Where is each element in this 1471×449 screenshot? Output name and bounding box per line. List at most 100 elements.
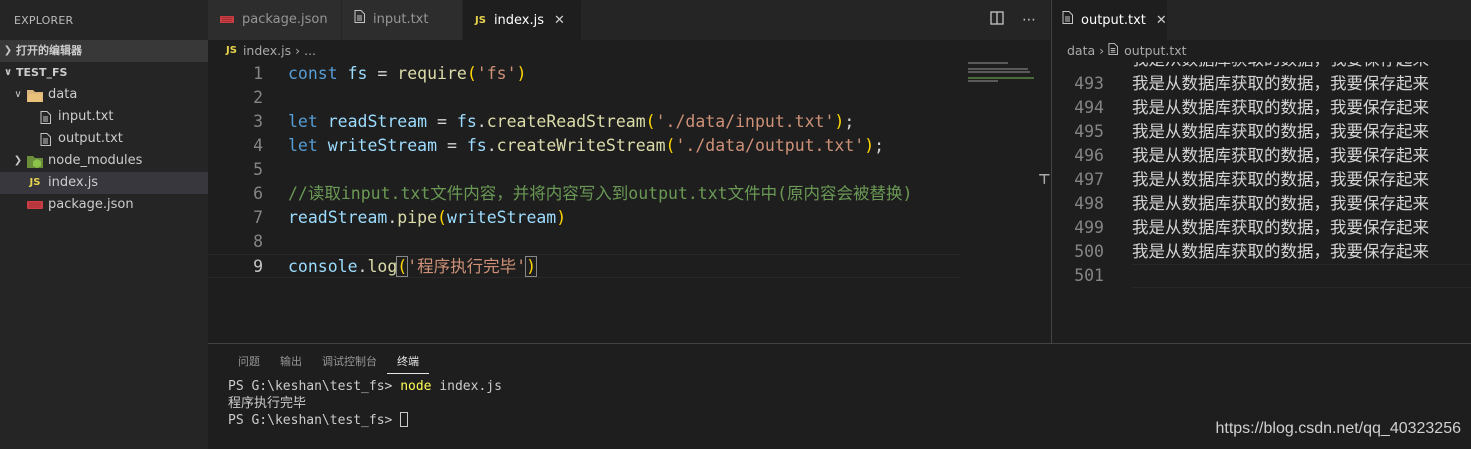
breadcrumb-file[interactable]: output.txt	[1124, 40, 1186, 62]
line-text: 我是从数据库获取的数据，我要保存起来	[1132, 218, 1429, 237]
line-text: 我是从数据库获取的数据，我要保存起来	[1132, 170, 1429, 189]
workspace-root-section[interactable]: ∨ TEST_FS	[0, 62, 208, 84]
code-line: 496 我是从数据库获取的数据，我要保存起来	[1052, 144, 1471, 168]
code-line: 6 //读取input.txt文件内容，并将内容写入到output.txt文件中…	[208, 182, 960, 206]
explorer-title: EXPLORER	[14, 14, 74, 27]
tree-item-label: data	[48, 87, 78, 102]
tab-problems[interactable]: 问题	[228, 344, 270, 378]
text-editor[interactable]: 我是从数据库获取的数据，我要保存起来 493 我是从数据库获取的数据，我要保存起…	[1052, 62, 1471, 343]
code-line: 4 let writeStream = fs.createWriteStream…	[208, 134, 960, 158]
js-icon: JS	[475, 14, 486, 26]
file-text-icon	[36, 110, 54, 124]
explorer-sidebar: EXPLORER ❯ 打开的编辑器 ∨ TEST_FS ∨ data input…	[0, 0, 208, 449]
code-line: 500 我是从数据库获取的数据，我要保存起来	[1052, 240, 1471, 264]
tab-label: input.txt	[373, 12, 429, 27]
cursor-overview-marker: ⊤	[1038, 172, 1051, 188]
code-line: 8	[208, 230, 960, 254]
code-line-current: 501	[1052, 264, 1471, 288]
editor-group-left: package.json input.txt JS index.js ✕ ⋯ J…	[208, 0, 1051, 343]
terminal-cursor	[400, 412, 409, 427]
line-number: 493	[1074, 74, 1104, 93]
tab-label: package.json	[242, 12, 328, 27]
code-line: 499 我是从数据库获取的数据，我要保存起来	[1052, 216, 1471, 240]
tree-item-node-modules[interactable]: ❯ node_modules	[0, 150, 208, 172]
tab-terminal[interactable]: 终端	[387, 344, 429, 374]
split-editor-icon[interactable]	[990, 11, 1004, 29]
code-line: 1 const fs = require('fs')	[208, 62, 960, 86]
tab-package-json[interactable]: package.json	[208, 0, 342, 40]
chevron-right-icon: ❯	[13, 155, 23, 166]
line-number: 3	[253, 112, 263, 131]
code-line: 5	[208, 158, 960, 182]
tab-index-js[interactable]: JS index.js ✕	[463, 0, 582, 40]
breadcrumb: data › output.txt	[1052, 40, 1471, 62]
code-line: 497 我是从数据库获取的数据，我要保存起来	[1052, 168, 1471, 192]
line-number: 9	[253, 257, 263, 276]
tab-label: output.txt	[1081, 12, 1146, 28]
code-editor[interactable]: 1 const fs = require('fs') 2 3 let readS…	[208, 62, 960, 278]
editor-group-right: output.txt ✕ data › output.txt 我是从数据库获取的…	[1051, 0, 1471, 343]
chevron-right-icon: ❯	[3, 45, 13, 56]
chevron-down-icon: ∨	[14, 89, 22, 100]
tree-item-label: input.txt	[58, 109, 114, 124]
breadcrumb-file[interactable]: index.js	[243, 40, 291, 62]
breadcrumb-folder[interactable]: data	[1067, 40, 1095, 62]
line-number: 499	[1074, 218, 1104, 237]
breadcrumb-more[interactable]: ...	[304, 40, 316, 62]
tree-item-package-json[interactable]: package.json	[0, 194, 208, 216]
tab-debug-console[interactable]: 调试控制台	[312, 344, 387, 378]
file-text-icon	[1062, 0, 1073, 42]
js-icon: JS	[226, 45, 237, 56]
open-editors-label: 打开的编辑器	[16, 44, 82, 57]
tree-item-label: package.json	[48, 197, 134, 212]
close-icon[interactable]: ✕	[554, 0, 565, 42]
line-number: 6	[253, 184, 263, 203]
json-icon	[26, 201, 44, 209]
minimap[interactable]	[968, 62, 1036, 82]
line-text: 我是从数据库获取的数据，我要保存起来	[1132, 194, 1429, 213]
code-comment: //读取input.txt文件内容，并将内容写入到output.txt文件中(原…	[288, 184, 913, 203]
line-number: 5	[253, 160, 263, 179]
code-line: 2	[208, 86, 960, 110]
code-line: 498 我是从数据库获取的数据，我要保存起来	[1052, 192, 1471, 216]
line-number: 500	[1074, 242, 1104, 261]
line-text: 我是从数据库获取的数据，我要保存起来	[1132, 146, 1429, 165]
tab-output[interactable]: 输出	[270, 344, 312, 378]
json-icon	[220, 0, 234, 41]
code-line: 495 我是从数据库获取的数据，我要保存起来	[1052, 120, 1471, 144]
line-number: 4	[253, 136, 263, 155]
line-text: 我是从数据库获取的数据，我要保存起来	[1132, 122, 1429, 141]
file-text-icon	[36, 132, 54, 146]
line-text: 我是从数据库获取的数据，我要保存起来	[1104, 62, 1429, 72]
line-number: 497	[1074, 170, 1104, 189]
file-text-icon	[354, 0, 365, 41]
tree-item-label: index.js	[48, 175, 99, 190]
line-text	[1132, 264, 1471, 288]
line-number: 501	[1074, 266, 1104, 285]
file-text-icon	[1108, 40, 1119, 62]
line-number: 494	[1074, 98, 1104, 117]
code-line: 494 我是从数据库获取的数据，我要保存起来	[1052, 96, 1471, 120]
tab-output-txt[interactable]: output.txt ✕	[1052, 0, 1168, 40]
tab-input-txt[interactable]: input.txt	[342, 0, 463, 40]
tree-item-index-js[interactable]: JS index.js	[0, 172, 208, 194]
editor-actions: ⋯	[990, 0, 1036, 40]
tree-item-data-folder[interactable]: ∨ data	[0, 84, 208, 106]
line-number: 498	[1074, 194, 1104, 213]
more-actions-icon[interactable]: ⋯	[1022, 12, 1036, 28]
code-line: 我是从数据库获取的数据，我要保存起来	[1052, 62, 1471, 72]
tree-item-output-txt[interactable]: output.txt	[0, 128, 208, 150]
terminal-line: PS G:\keshan\test_fs> node index.js	[228, 379, 502, 394]
chevron-right-icon: ›	[295, 43, 301, 58]
line-text: 我是从数据库获取的数据，我要保存起来	[1132, 74, 1429, 93]
line-text: 我是从数据库获取的数据，我要保存起来	[1132, 242, 1429, 261]
close-icon[interactable]: ✕	[1156, 0, 1167, 42]
line-number: 1	[253, 64, 263, 83]
tree-item-input-txt[interactable]: input.txt	[0, 106, 208, 128]
open-editors-section[interactable]: ❯ 打开的编辑器	[0, 40, 208, 62]
breadcrumb: JS index.js › ...	[208, 40, 1050, 62]
bottom-panel: 问题 输出 调试控制台 终端 PS G:\keshan\test_fs> nod…	[208, 343, 1471, 449]
code-line-current: 9 console.log('程序执行完毕')	[208, 254, 960, 278]
chevron-down-icon: ∨	[3, 67, 13, 78]
folder-open-icon	[26, 89, 44, 102]
